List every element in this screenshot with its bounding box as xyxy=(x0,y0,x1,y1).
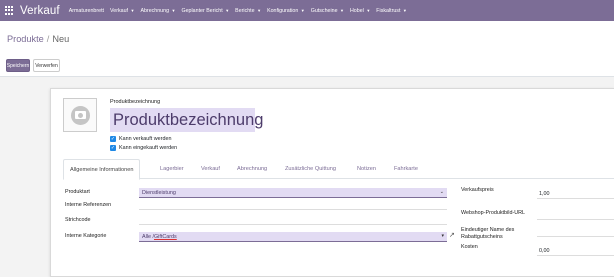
menu-vouchers[interactable]: Gutscheine ▼ xyxy=(311,8,344,14)
top-navbar: Verkauf Armaturenbrett Verkauf ▼ Abrechn… xyxy=(0,0,614,21)
caret-down-icon: ▼ xyxy=(130,7,135,13)
tab-ticket[interactable]: Fahrkarte xyxy=(394,159,418,179)
tab-general-information[interactable]: Allgemeine Informationen xyxy=(63,159,141,180)
sales-price-input[interactable]: 1,00 xyxy=(537,189,614,199)
discard-button[interactable]: Verwerfen xyxy=(33,59,60,72)
menu-sales[interactable]: Verkauf ▼ xyxy=(110,8,134,14)
tab-invoicing[interactable]: Abrechnung xyxy=(237,159,267,179)
internal-category-select[interactable]: Alle / GiftCards ▾ xyxy=(139,232,447,242)
menu-invoicing[interactable]: Abrechnung ▼ xyxy=(140,8,175,14)
can-be-purchased-checkbox[interactable]: ✓ xyxy=(110,145,116,151)
cost-input[interactable]: 0,00 xyxy=(537,246,614,256)
cost-label: Kosten xyxy=(461,244,478,250)
voucher-name-label: Eindeutiger Name des Rabattgutscheins xyxy=(461,227,515,240)
camera-icon xyxy=(70,105,90,125)
caret-down-icon: ▼ xyxy=(257,7,262,13)
dropdown-arrow-icon: ⌄ xyxy=(439,189,444,195)
form-tabs: Allgemeine Informationen Lagerbier Verka… xyxy=(63,159,614,180)
can-be-sold-label: Kann verkauft werden xyxy=(119,136,172,142)
dropdown-arrow-icon: ▾ xyxy=(441,233,444,239)
product-type-label: Produktart xyxy=(65,189,90,195)
barcode-input[interactable] xyxy=(139,215,447,225)
product-type-select[interactable]: Dienstleistung ⌄ xyxy=(139,188,447,198)
webshop-url-input[interactable] xyxy=(537,210,614,220)
product-type-value: Dienstleistung xyxy=(142,189,176,196)
can-be-purchased-label: Kann eingekauft werden xyxy=(119,145,178,151)
internal-reference-input[interactable] xyxy=(139,200,447,210)
breadcrumb: Produkte / Neu xyxy=(7,34,69,44)
internal-category-label: Interne Kategorie xyxy=(65,233,107,239)
product-name-input[interactable]: Produktbezeichnung xyxy=(110,108,263,132)
can-be-sold-checkbox[interactable]: ✓ xyxy=(110,136,116,142)
webshop-url-label: Webshop-Produktbild-URL xyxy=(461,210,526,216)
caret-down-icon: ▼ xyxy=(366,7,371,13)
menu-configuration[interactable]: Konfiguration ▼ xyxy=(267,8,305,14)
internal-category-value: GiftCards xyxy=(153,233,177,240)
breadcrumb-separator: / xyxy=(46,34,50,44)
tab-additional-receipt[interactable]: Zusätzliche Quittung xyxy=(285,159,336,179)
caret-down-icon: ▼ xyxy=(225,7,230,13)
can-be-purchased-row[interactable]: ✓ Kann eingekauft werden xyxy=(110,145,177,151)
caret-down-icon: ▼ xyxy=(402,7,407,13)
form-sheet: Produktbezeichnung Produktbezeichnung ✓ … xyxy=(50,88,614,277)
menu-scheduled-report[interactable]: Geplanter Bericht ▼ xyxy=(181,8,229,14)
tab-notes[interactable]: Notizen xyxy=(357,159,376,179)
internal-reference-label: Interne Referenzen xyxy=(65,202,112,208)
internal-category-prefix: Alle / xyxy=(142,233,154,240)
caret-down-icon: ▼ xyxy=(340,7,344,13)
save-button[interactable]: Speichern xyxy=(6,59,30,72)
can-be-sold-row[interactable]: ✓ Kann verkauft werden xyxy=(110,136,171,142)
breadcrumb-parent[interactable]: Produkte xyxy=(7,34,44,44)
menu-fiskaltrust[interactable]: Fiskaltrust ▼ xyxy=(376,8,407,14)
caret-down-icon: ▼ xyxy=(300,7,305,13)
barcode-label: Strichcode xyxy=(65,217,91,223)
control-panel: Produkte / Neu Speichern Verwerfen xyxy=(0,21,614,77)
tab-sales[interactable]: Verkauf xyxy=(201,159,220,179)
menu-hobel[interactable]: Hobel ▼ xyxy=(350,8,370,14)
tab-inventory[interactable]: Lagerbier xyxy=(160,159,184,179)
external-link-icon[interactable]: ↗ xyxy=(449,231,455,239)
menu-reports[interactable]: Berichte ▼ xyxy=(235,8,261,14)
apps-grid-icon[interactable] xyxy=(5,6,14,15)
product-name-label: Produktbezeichnung xyxy=(110,99,161,105)
voucher-name-input[interactable] xyxy=(537,227,614,237)
breadcrumb-current: Neu xyxy=(52,34,70,44)
menu-dashboard[interactable]: Armaturenbrett xyxy=(69,8,104,14)
product-image-upload[interactable] xyxy=(63,98,97,132)
sales-price-label: Verkaufspreis xyxy=(461,187,494,193)
caret-down-icon: ▼ xyxy=(171,7,176,13)
app-brand[interactable]: Verkauf xyxy=(20,5,60,17)
